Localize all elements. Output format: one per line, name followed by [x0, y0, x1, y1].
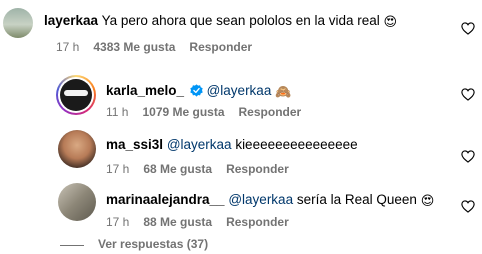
heart-outline-icon[interactable]	[461, 150, 475, 163]
username[interactable]: marinaalejandra__	[106, 192, 225, 207]
comment-meta: 17 h 68 Me gusta Responder	[106, 162, 303, 177]
comment-reply: ma_ssi3l @layerkaa kieeeeeeeeeeeeeee 17 …	[0, 126, 482, 180]
comment-reply: karla_melo_ @layerkaa 🙈 11 h 1079 Me gust…	[0, 68, 482, 128]
avatar[interactable]	[3, 8, 33, 38]
comment-text-line: ma_ssi3l @layerkaa kieeeeeeeeeeeeeee	[106, 136, 358, 153]
timestamp[interactable]: 17 h	[106, 215, 129, 229]
timestamp[interactable]: 17 h	[56, 40, 79, 54]
like-count[interactable]: 68 Me gusta	[143, 162, 212, 176]
avatar[interactable]	[58, 183, 96, 221]
like-count[interactable]: 88 Me gusta	[143, 215, 212, 229]
emoji: 😍	[420, 194, 435, 209]
reply-button[interactable]: Responder	[189, 40, 252, 54]
replies-divider-line	[60, 245, 84, 246]
view-replies-button[interactable]: Ver respuestas (37)	[98, 237, 208, 251]
comment-text-line: layerkaa Ya pero ahora que sean pololos …	[44, 12, 397, 31]
reply-button[interactable]: Responder	[239, 105, 302, 119]
comment-meta: 17 h 4383 Me gusta Responder	[56, 40, 266, 55]
reply-button[interactable]: Responder	[226, 215, 289, 229]
comment-text-line: marinaalejandra__ @layerkaa sería la Rea…	[106, 191, 434, 210]
comment-text-line: karla_melo_ @layerkaa 🙈	[106, 82, 291, 101]
heart-outline-icon[interactable]	[461, 88, 475, 101]
reply-button[interactable]: Responder	[226, 162, 289, 176]
heart-outline-icon[interactable]	[461, 200, 475, 213]
verified-badge-icon	[190, 84, 203, 97]
username[interactable]: layerkaa	[44, 13, 98, 28]
comment-reply: marinaalejandra__ @layerkaa sería la Rea…	[0, 180, 482, 232]
username[interactable]: ma_ssi3l	[106, 137, 163, 152]
comment-text: kieeeeeeeeeeeeeee	[235, 137, 358, 152]
like-count[interactable]: 1079 Me gusta	[142, 105, 224, 119]
username[interactable]: karla_melo_	[106, 83, 184, 98]
comment-text: sería la Real Queen	[296, 192, 417, 207]
comment-meta: 11 h 1079 Me gusta Responder	[106, 105, 315, 120]
comment-meta: 17 h 88 Me gusta Responder	[106, 215, 303, 230]
like-count[interactable]: 4383 Me gusta	[93, 40, 175, 54]
emoji: 🙈	[275, 85, 292, 100]
emoji: 😍	[383, 15, 398, 30]
comment-text: Ya pero ahora que sean pololos en la vid…	[101, 13, 380, 28]
mention-link[interactable]: @layerkaa	[167, 137, 232, 152]
mention-link[interactable]: @layerkaa	[207, 83, 272, 98]
avatar[interactable]	[56, 75, 96, 115]
timestamp[interactable]: 11 h	[106, 105, 128, 119]
heart-outline-icon[interactable]	[461, 22, 475, 35]
timestamp[interactable]: 17 h	[106, 162, 129, 176]
avatar[interactable]	[58, 130, 96, 168]
mention-link[interactable]: @layerkaa	[228, 192, 293, 207]
comment: layerkaa Ya pero ahora que sean pololos …	[0, 0, 482, 60]
